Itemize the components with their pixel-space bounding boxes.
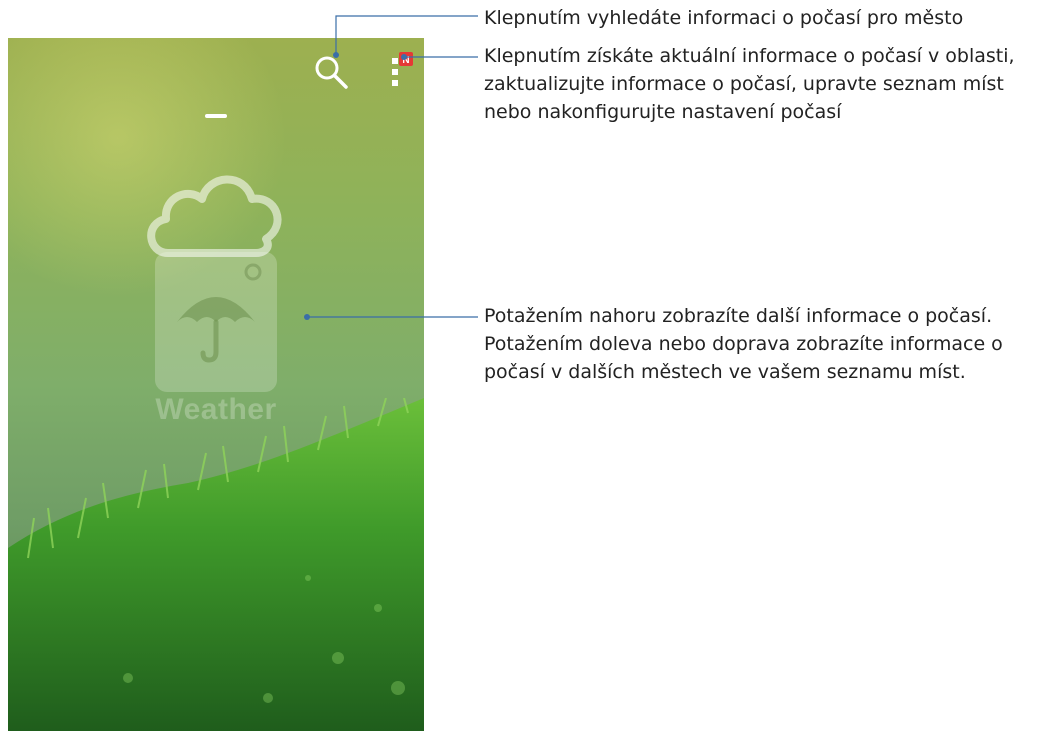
swipe-callout-text: Potažením nahoru zobrazíte další informa… <box>484 305 1003 383</box>
search-icon[interactable] <box>313 54 349 90</box>
overflow-menu-icon: N <box>392 52 413 86</box>
weather-app-icon-tile <box>155 252 277 392</box>
page-indicator <box>205 114 227 118</box>
new-badge-label: N <box>402 55 409 66</box>
overflow-menu-button[interactable]: N <box>386 52 416 92</box>
weather-app-screen[interactable]: N Weather <box>8 38 424 731</box>
umbrella-icon <box>177 263 262 363</box>
menu-callout-text: Klepnutím získáte aktuální informace o p… <box>484 45 1015 123</box>
app-name-watermark: Weather <box>155 393 277 426</box>
search-callout-text: Klepnutím vyhledáte informaci o počasí p… <box>484 7 964 29</box>
cloud-icon <box>147 175 282 257</box>
grass-background-image <box>8 398 424 731</box>
